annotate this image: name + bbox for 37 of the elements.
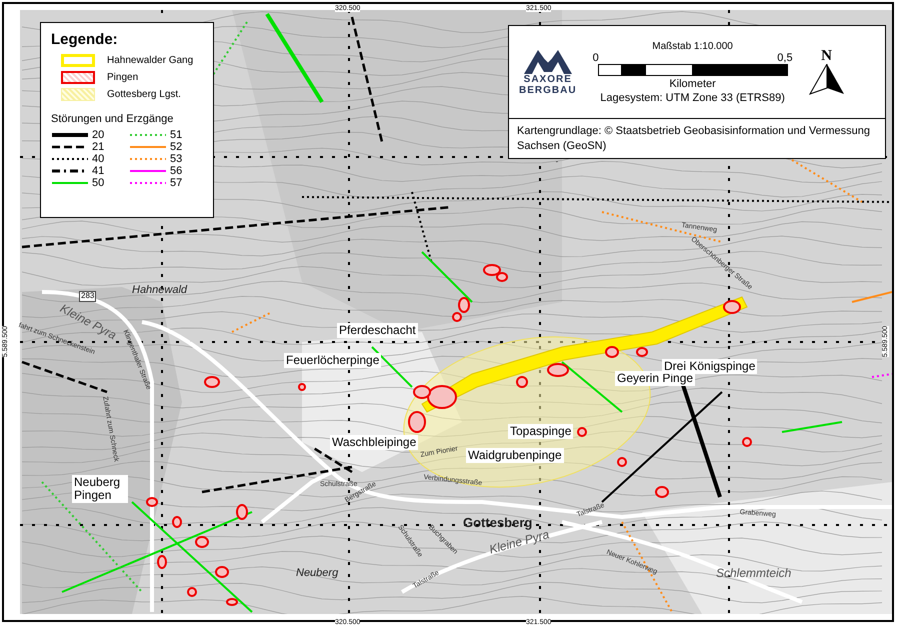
map-label: Pferdeschacht	[337, 323, 418, 338]
logo-text: BERGBAU	[519, 85, 577, 97]
coordinate-system-text: Lagesystem: UTM Zone 33 (ETRS89)	[600, 92, 785, 104]
legend-label: 52	[170, 141, 182, 153]
map-label: Feuerlöcherpinge	[284, 353, 382, 368]
map-label: Gottesberg	[463, 516, 532, 530]
logo-text: SAXORE	[524, 74, 572, 86]
map-label: Waschbleipinge	[330, 435, 418, 450]
legend-label: 51	[170, 129, 182, 141]
map-label: Schlemmteich	[716, 567, 792, 580]
scale-unit: Kilometer	[669, 78, 716, 90]
legend-label: Gottesberg Lgst.	[107, 89, 181, 100]
scale-start-label: 0	[592, 52, 599, 64]
legend-label: 56	[170, 165, 182, 177]
legend-title: Legende:	[51, 31, 119, 48]
legend-label: 40	[92, 153, 104, 165]
legend-label: 41	[92, 165, 104, 177]
map-label: 283	[79, 291, 96, 302]
legend-label: 20	[92, 129, 104, 141]
map-label: Neuberg	[296, 567, 338, 580]
legend-label: 50	[92, 177, 104, 189]
north-label: N	[821, 48, 832, 64]
map-label: Topaspinge	[508, 424, 574, 440]
scale-title: Maßstab 1:10.000	[652, 40, 733, 52]
legend-label: 53	[170, 153, 182, 165]
map-label: Hahnewald	[132, 284, 188, 296]
legend-label: 57	[170, 177, 182, 189]
legend-label: Hahnewalder Gang	[107, 55, 194, 66]
legend-subtitle: Störungen und Erzgänge	[51, 113, 174, 125]
legend-label: 21	[92, 141, 104, 153]
map-label: Geyerin Pinge	[615, 371, 696, 386]
map-label: Drei Königspinge	[662, 359, 758, 374]
map-label: Neuberg Pingen	[72, 475, 128, 504]
map-label: Waidgrubenpinge	[466, 448, 564, 464]
credit-text: Kartengrundlage: © Staatsbetrieb Geobasisinformation und Vermessung Sachsen (GeoSN)	[516, 124, 871, 154]
scale-end-label: 0,5	[777, 52, 793, 64]
legend-label: Pingen	[107, 72, 138, 83]
